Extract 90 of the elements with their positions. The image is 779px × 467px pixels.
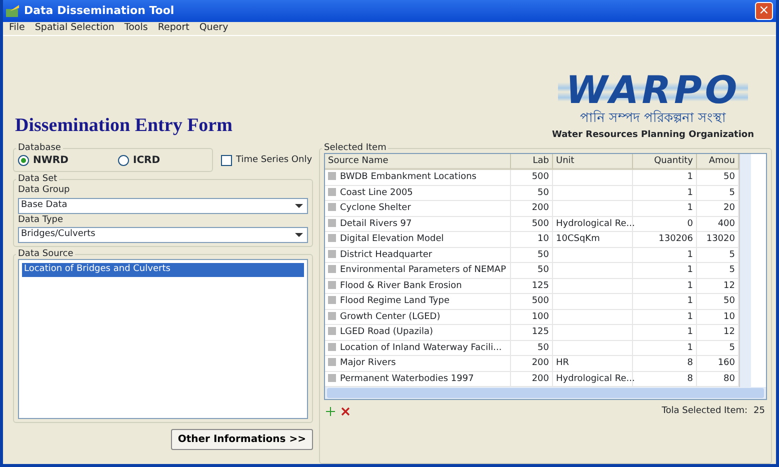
menu-item[interactable]: File — [9, 21, 25, 36]
table-cell: 5 — [697, 248, 739, 263]
group-label: Selected Item — [323, 144, 388, 153]
table-cell: 20 — [697, 201, 739, 216]
table-cell: 50 — [697, 294, 739, 310]
table-cell: 0 — [633, 216, 697, 232]
field-label: Data Type — [18, 214, 64, 226]
menu-item[interactable]: Spatial Selection — [34, 21, 114, 36]
table-cell: 1 — [633, 263, 697, 278]
table-cell: 125 — [511, 325, 553, 340]
table-cell: Detail Rivers 97 — [325, 216, 511, 232]
table-cell: Digital Elevation Model — [325, 232, 511, 248]
table-cell: 500 — [511, 170, 553, 186]
column-header[interactable]: Source Name — [325, 154, 511, 170]
table-cell: 200 — [511, 356, 553, 372]
table-cell: 13020 — [697, 232, 739, 248]
table-cell: 1 — [633, 325, 697, 340]
table-cell: Cyclone Shelter — [325, 201, 511, 216]
logo-bengali-text: পানি সম্পদ পরিকল্পনা সংস্থা — [580, 109, 726, 128]
close-button[interactable]: × — [755, 2, 773, 20]
table-cell: 130206 — [633, 232, 697, 248]
logo-subtitle: Water Resources Planning Organization — [552, 128, 754, 142]
table-cell: 400 — [697, 216, 739, 232]
table-cell: 125 — [511, 278, 553, 294]
dropdown-field[interactable]: Bridges/Culverts — [18, 227, 308, 243]
group-label: Database — [17, 144, 62, 153]
table-cell: 100 — [511, 310, 553, 325]
table-cell: Coast Line 2005 — [325, 186, 511, 201]
list-item[interactable]: Location of Bridges and Culverts — [22, 263, 304, 276]
table-cell: Hydrological Re... — [553, 216, 633, 232]
table-cell: 1 — [633, 201, 697, 216]
checkbox-option[interactable]: Time Series Only — [221, 154, 312, 167]
dropdown-field[interactable]: Base Data — [18, 198, 308, 214]
other-informations-button[interactable]: Other Informations >> — [170, 429, 313, 450]
table-cell: Flood & River Bank Erosion — [325, 278, 511, 294]
group-label: Data Source — [17, 250, 74, 259]
table-cell: Growth Center (LGED) — [325, 310, 511, 325]
table-cell: HR — [553, 356, 633, 372]
table-cell: 200 — [511, 201, 553, 216]
radio-option[interactable]: NWRD — [18, 153, 98, 168]
table-cell: Environmental Parameters of NEMAP — [325, 263, 511, 278]
group-label: Data Set — [17, 175, 58, 184]
remove-icon[interactable] — [341, 407, 350, 416]
app-icon — [6, 5, 20, 17]
menu-item[interactable]: Report — [158, 21, 190, 36]
vertical-scrollbar[interactable] — [739, 154, 751, 387]
table-cell: 1 — [633, 340, 697, 356]
horizontal-scrollbar[interactable] — [325, 387, 766, 399]
table-cell: 10 — [697, 310, 739, 325]
window-title: Data Dissemination Tool — [24, 2, 174, 19]
menu-item[interactable]: Query — [199, 21, 228, 36]
table-cell: 10 — [511, 232, 553, 248]
column-header[interactable]: Lab — [511, 154, 553, 170]
table-cell: 5 — [697, 263, 739, 278]
total-label: Tola Selected Item: — [662, 405, 748, 418]
column-header[interactable]: Amou — [697, 154, 739, 170]
column-header[interactable]: Unit — [553, 154, 633, 170]
table-cell: BWDB Embankment Locations — [325, 170, 511, 186]
table-cell: 10CSqKm — [553, 232, 633, 248]
table-cell: 50 — [511, 248, 553, 263]
table-cell: 50 — [511, 186, 553, 201]
table-cell: 1 — [633, 310, 697, 325]
table-cell: 5 — [697, 186, 739, 201]
table-cell: 1 — [633, 248, 697, 263]
table-cell: Flood Regime Land Type — [325, 294, 511, 310]
field-label: Data Group — [18, 184, 71, 197]
radio-option[interactable]: ICRD — [118, 153, 178, 168]
table-cell: 500 — [511, 216, 553, 232]
table-cell: 50 — [511, 340, 553, 356]
table-cell: 500 — [511, 294, 553, 310]
table-cell: LGED Road (Upazila) — [325, 325, 511, 340]
menu-item[interactable]: Tools — [124, 21, 148, 36]
table-cell: 1 — [633, 186, 697, 201]
table-cell: 1 — [633, 278, 697, 294]
table-cell: Major Rivers — [325, 356, 511, 372]
table-cell: 1 — [633, 294, 697, 310]
table-cell: 50 — [697, 170, 739, 186]
table-cell: 8 — [633, 356, 697, 372]
form-title: Dissemination Entry Form — [15, 114, 232, 138]
table-cell: 5 — [697, 340, 739, 356]
column-header[interactable]: Quantity — [633, 154, 697, 170]
total-value: 25 — [754, 405, 765, 418]
table-cell: 160 — [697, 356, 739, 372]
table-cell: District Headquarter — [325, 248, 511, 263]
table-cell: 12 — [697, 278, 739, 294]
add-icon[interactable] — [326, 407, 335, 416]
table-cell: 50 — [511, 263, 553, 278]
table-cell: 1 — [633, 170, 697, 186]
table-cell: Location of Inland Waterway Facili... — [325, 340, 511, 356]
table-cell: 12 — [697, 325, 739, 340]
